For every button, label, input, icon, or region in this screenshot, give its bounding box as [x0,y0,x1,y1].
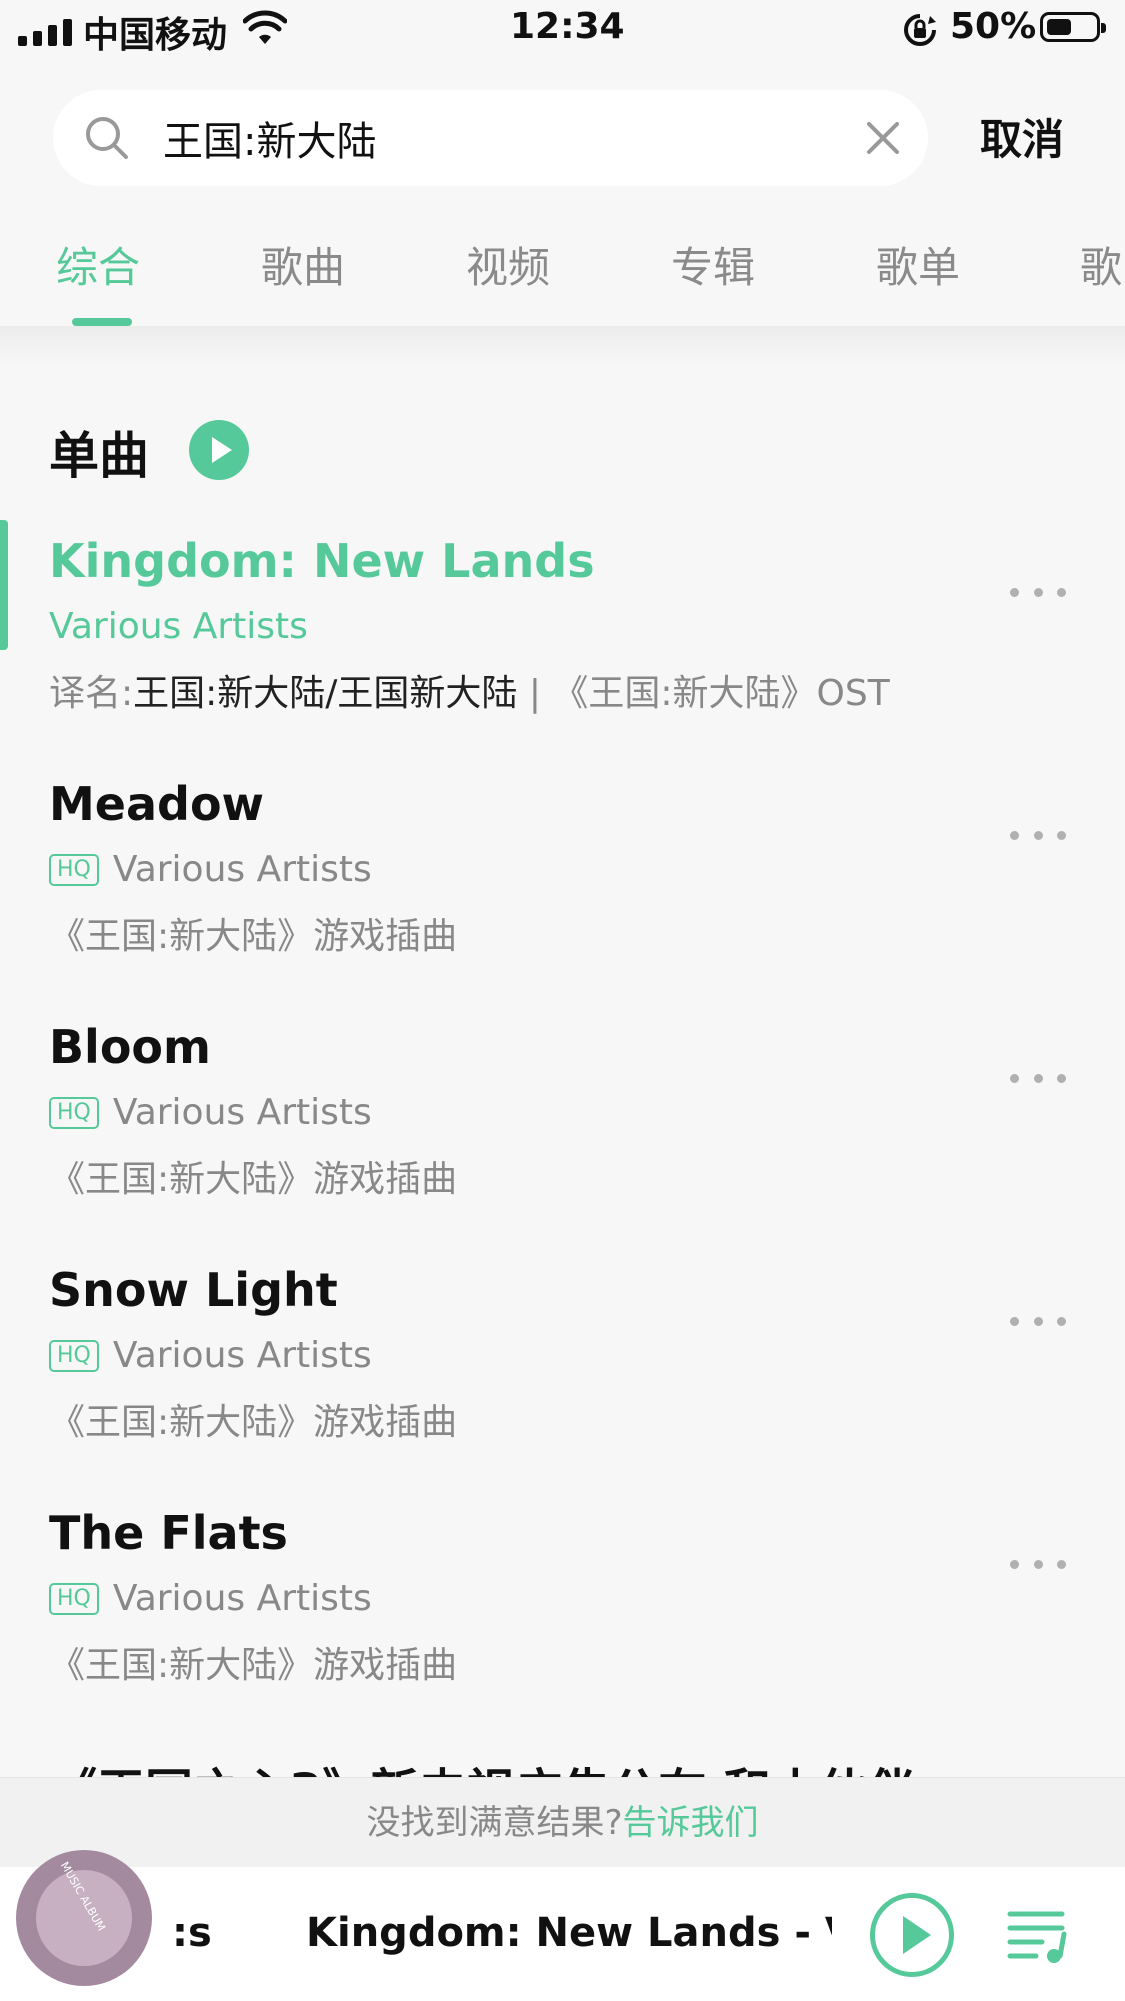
hq-badge: HQ [49,1339,99,1372]
song-title: Meadow [49,777,265,831]
carrier-name: 中国移动 [83,15,228,56]
play-all-button[interactable] [189,420,249,480]
playlist-icon[interactable] [1006,1906,1074,1966]
song-artist-line: Various Artists [49,606,308,647]
song-artist: Various Artists [112,1092,372,1133]
song-artist: Various Artists [112,1578,372,1619]
search-bar[interactable] [53,90,928,186]
song-artist-line: HQ Various Artists [49,1092,372,1133]
song-artist: Various Artists [49,606,308,647]
feedback-link[interactable]: 告诉我们 [623,1803,759,1843]
search-input[interactable] [163,104,783,172]
song-row[interactable]: The Flats HQ Various Artists 《王国:新大陆》游戏插… [0,1506,1125,1746]
play-button[interactable] [870,1893,954,1977]
search-icon [86,117,128,159]
song-desc: 译名:王国:新大陆/王国新大陆 | 《王国:新大陆》OST [49,664,890,716]
tab-indicator [72,318,132,326]
clock: 12:34 [510,6,625,47]
more-options-icon[interactable] [1010,1068,1066,1088]
status-bar: 中国移动 12:34 50% [0,0,1125,60]
song-row[interactable]: Snow Light HQ Various Artists 《王国:新大陆》游戏… [0,1263,1125,1503]
more-options-icon[interactable] [1010,582,1066,602]
song-row[interactable]: Meadow HQ Various Artists 《王国:新大陆》游戏插曲 [0,777,1125,1017]
song-title: The Flats [49,1506,288,1560]
song-title: Kingdom: New Lands [49,534,595,588]
clear-icon[interactable] [863,118,903,158]
tab-albums[interactable]: 专辑 [671,234,755,295]
hq-badge: HQ [49,1096,99,1129]
song-row[interactable]: Kingdom: New Lands Various Artists 译名:王国… [0,534,1125,774]
song-row[interactable]: Bloom HQ Various Artists 《王国:新大陆》游戏插曲 [0,1020,1125,1260]
song-artist-line: HQ Various Artists [49,1578,372,1619]
tab-songs[interactable]: 歌曲 [261,234,345,295]
desc-prefix: 译名: [49,673,134,714]
category-tabs: 综合 歌曲 视频 专辑 歌单 歌 [0,228,1125,328]
battery-percent: 50% [950,6,1037,47]
song-desc: 《王国:新大陆》游戏插曲 [49,1159,458,1200]
more-options-icon[interactable] [1010,825,1066,845]
now-playing-title: Kingdom: New Lands - Va [306,1910,832,1956]
now-playing-marquee[interactable]: :s Kingdom: New Lands - Va [172,1910,832,1970]
song-desc: 《王国:新大陆》游戏插曲 [49,1402,458,1443]
desc-suffix: | 《王国:新大陆》OST [517,673,890,714]
feedback-text: 没找到满意结果? [366,1803,623,1843]
rotation-lock-icon [904,14,936,46]
more-options-icon[interactable] [1010,1311,1066,1331]
song-artist: Various Artists [112,1335,372,1376]
battery-icon [1040,12,1106,42]
section-title: 单曲 [49,427,149,485]
tab-more[interactable]: 歌 [1080,234,1122,295]
cancel-button[interactable]: 取消 [980,106,1064,167]
song-artist-line: HQ Various Artists [49,849,372,890]
song-artist-line: HQ Various Artists [49,1335,372,1376]
wifi-icon [243,10,287,44]
tab-playlists[interactable]: 歌单 [876,234,960,295]
song-desc: 《王国:新大陆》游戏插曲 [49,916,458,957]
tab-videos[interactable]: 视频 [466,234,550,295]
album-cover[interactable]: MUSIC ALBUM [16,1850,152,1986]
song-title: Bloom [49,1020,211,1074]
desc-highlight: 王国:新大陆/王国新大陆 [133,673,518,714]
more-options-icon[interactable] [1010,1554,1066,1574]
marquee-prev: :s [172,1910,212,1956]
feedback-bar: 没找到满意结果?告诉我们 [0,1777,1125,1868]
hq-badge: HQ [49,853,99,886]
tab-comprehensive[interactable]: 综合 [56,234,140,295]
hq-badge: HQ [49,1582,99,1615]
divider [0,326,1125,366]
song-title: Snow Light [49,1263,338,1317]
song-desc: 《王国:新大陆》游戏插曲 [49,1645,458,1686]
song-artist: Various Artists [112,849,372,890]
signal-icon [18,16,74,46]
